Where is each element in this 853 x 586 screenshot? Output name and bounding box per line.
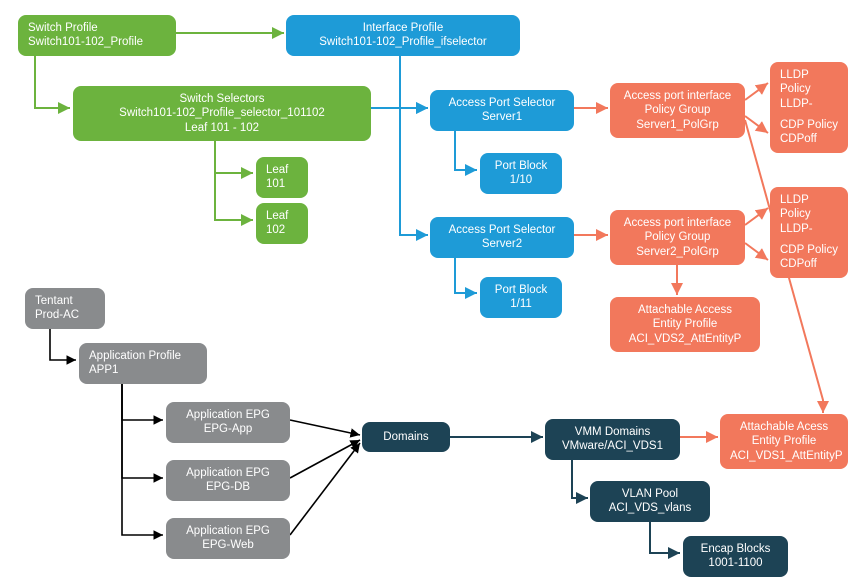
- l1: Attachable Access: [620, 303, 750, 317]
- cdp-policy-2: CDP Policy CDPoff: [770, 237, 848, 278]
- l3: Server1_PolGrp: [620, 118, 735, 132]
- l1: Access port interface: [620, 216, 735, 230]
- tenant: Tentant Prod-AC: [25, 288, 105, 329]
- label: Access Port Selector: [440, 96, 564, 110]
- value: Server1: [440, 110, 564, 124]
- l2: VMware/ACI_VDS1: [555, 439, 670, 453]
- l2: Prod-AC: [35, 308, 95, 322]
- l2: Policy Group: [620, 230, 735, 244]
- value: Server2: [440, 237, 564, 251]
- l2: Policy Group: [620, 103, 735, 117]
- value: Switch101-102_Profile_selector_101102: [83, 106, 361, 120]
- l1: VMM Domains: [555, 425, 670, 439]
- l1: Domains: [372, 430, 440, 444]
- leaf-102: Leaf 102: [256, 203, 308, 244]
- label: Access Port Selector: [440, 223, 564, 237]
- access-port-selector-server1: Access Port Selector Server1: [430, 90, 574, 131]
- aaep-vds2: Attachable Access Entity Profile ACI_VDS…: [610, 297, 760, 352]
- policy-group-server2: Access port interface Policy Group Serve…: [610, 210, 745, 265]
- domains: Domains: [362, 422, 450, 452]
- value: Switch101-102_Profile_ifselector: [296, 35, 510, 49]
- l2: ACI_VDS_vlans: [600, 501, 700, 515]
- encap-blocks: Encap Blocks 1001-1100: [683, 536, 788, 577]
- l2: 1001-1100: [693, 556, 778, 570]
- interface-profile: Interface Profile Switch101-102_Profile_…: [286, 15, 520, 56]
- l2: Entity Profile: [620, 317, 750, 331]
- l1: Access port interface: [620, 89, 735, 103]
- switch-selectors: Switch Selectors Switch101-102_Profile_s…: [73, 86, 371, 141]
- application-profile: Application Profile APP1: [79, 343, 207, 384]
- epg-db: Application EPG EPG-DB: [166, 460, 290, 501]
- l1: Encap Blocks: [693, 542, 778, 556]
- l1: Application EPG: [176, 466, 280, 480]
- leaf-101: Leaf 101: [256, 157, 308, 198]
- label: Port Block: [490, 283, 552, 297]
- l2: APP1: [89, 363, 197, 377]
- l2: EPG-DB: [176, 480, 280, 494]
- l2: CDPoff: [780, 132, 838, 146]
- l1: Application EPG: [176, 408, 280, 422]
- l3: Server2_PolGrp: [620, 245, 735, 259]
- value: 101: [266, 177, 298, 191]
- l2: Entity Profile: [730, 434, 838, 448]
- port-block-1-11: Port Block 1/11: [480, 277, 562, 318]
- vlan-pool: VLAN Pool ACI_VDS_vlans: [590, 481, 710, 522]
- l1: CDP Policy: [780, 118, 838, 132]
- l1: LLDP Policy: [780, 68, 838, 97]
- l2: CDPoff: [780, 257, 838, 271]
- value2: Leaf 101 - 102: [83, 121, 361, 135]
- policy-group-server1: Access port interface Policy Group Serve…: [610, 83, 745, 138]
- value: Switch101-102_Profile: [28, 35, 166, 49]
- vmm-domains: VMM Domains VMware/ACI_VDS1: [545, 419, 680, 460]
- value: 1/11: [490, 297, 552, 311]
- l3: ACI_VDS1_AttEntityP: [730, 449, 838, 463]
- label: Leaf: [266, 209, 298, 223]
- l1: VLAN Pool: [600, 487, 700, 501]
- l2: EPG-App: [176, 422, 280, 436]
- label: Leaf: [266, 163, 298, 177]
- switch-profile: Switch Profile Switch101-102_Profile: [18, 15, 176, 56]
- port-block-1-10: Port Block 1/10: [480, 153, 562, 194]
- label: Switch Selectors: [83, 92, 361, 106]
- value: 102: [266, 223, 298, 237]
- value: 1/10: [490, 173, 552, 187]
- l1: Tentant: [35, 294, 95, 308]
- l1: LLDP Policy: [780, 193, 838, 222]
- access-port-selector-server2: Access Port Selector Server2: [430, 217, 574, 258]
- label: Port Block: [490, 159, 552, 173]
- cdp-policy-1: CDP Policy CDPoff: [770, 112, 848, 153]
- l2: EPG-Web: [176, 538, 280, 552]
- l1: Application EPG: [176, 524, 280, 538]
- label: Interface Profile: [296, 21, 510, 35]
- l1: Attachable Acess: [730, 420, 838, 434]
- l1: Application Profile: [89, 349, 197, 363]
- l3: ACI_VDS2_AttEntityP: [620, 332, 750, 346]
- epg-web: Application EPG EPG-Web: [166, 518, 290, 559]
- label: Switch Profile: [28, 21, 166, 35]
- aaep-vds1: Attachable Acess Entity Profile ACI_VDS1…: [720, 414, 848, 469]
- epg-app: Application EPG EPG-App: [166, 402, 290, 443]
- l1: CDP Policy: [780, 243, 838, 257]
